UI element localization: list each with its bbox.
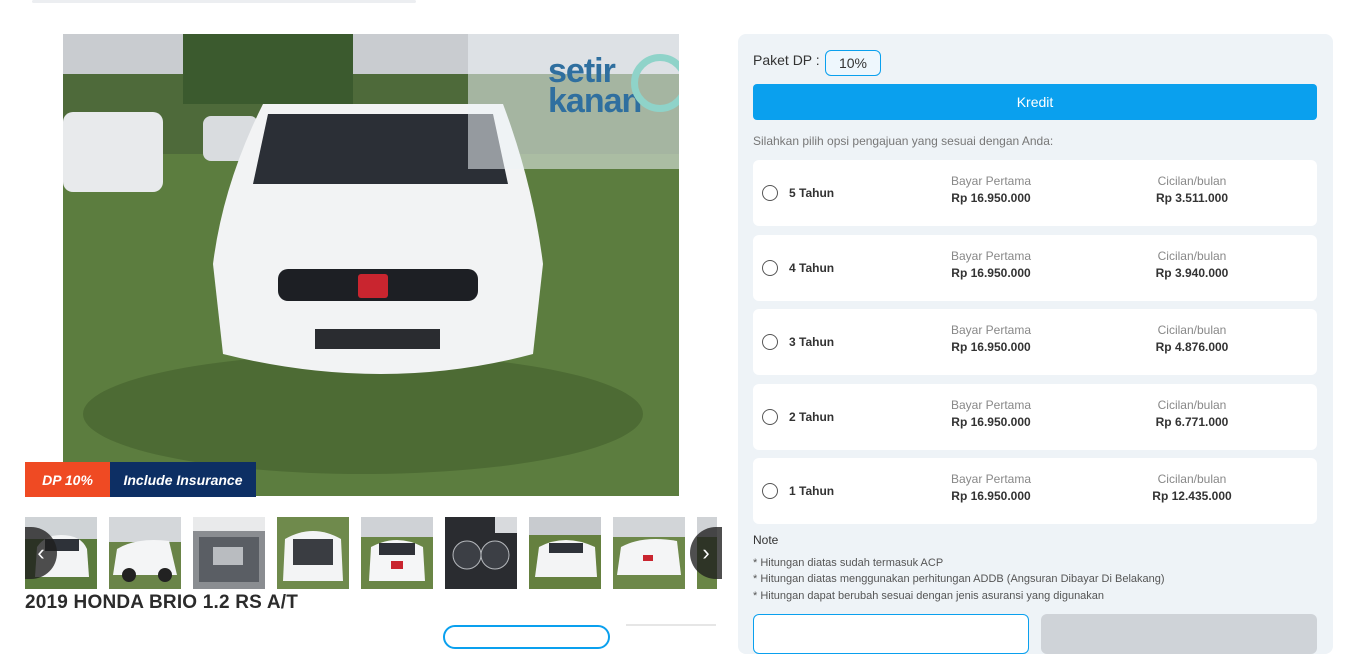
bayar-pertama-label: Bayar Pertama [950, 398, 1032, 412]
chevron-right-icon: › [702, 540, 710, 565]
tenor-label: 4 Tahun [789, 261, 835, 275]
cicilan-label: Cicilan/bulan [1157, 398, 1227, 412]
secondary-action-button[interactable] [753, 614, 1029, 654]
chevron-left-icon: ‹ [37, 540, 45, 565]
cicilan-value: Rp 6.771.000 [1155, 415, 1229, 429]
cicilan-label: Cicilan/bulan [1157, 174, 1227, 188]
car-title: 2019 HONDA BRIO 1.2 RS A/T [25, 592, 299, 613]
bayar-pertama-value: Rp 16.950.000 [951, 489, 1031, 503]
cicilan-value: Rp 12.435.000 [1152, 489, 1232, 503]
cicilan-label: Cicilan/bulan [1157, 323, 1227, 337]
tenor-option-1[interactable]: 1 Tahun Bayar Pertama Rp 16.950.000 Cicil… [753, 458, 1317, 524]
paket-dp-chip[interactable]: 10% [825, 50, 881, 76]
divider-line [626, 624, 716, 626]
main-car-photo[interactable]: setir kanan [63, 34, 679, 496]
note-item: * Hitungan diatas menggunakan perhitunga… [753, 573, 1165, 585]
tenor-label: 2 Tahun [789, 410, 835, 424]
cicilan-value: Rp 4.876.000 [1155, 340, 1229, 354]
primary-action-button[interactable] [1041, 614, 1317, 654]
radio-button[interactable] [762, 185, 778, 201]
cicilan-value: Rp 3.940.000 [1155, 266, 1229, 280]
thumbnail-strip [25, 517, 717, 589]
bayar-pertama-value: Rp 16.950.000 [951, 191, 1031, 205]
tenor-option-5[interactable]: 5 Tahun Bayar Pertama Rp 16.950.000 Cicil… [753, 160, 1317, 226]
note-item: * Hitungan diatas sudah termasuk ACP [753, 557, 944, 569]
insurance-badge: Include Insurance [110, 462, 256, 497]
tenor-label: 3 Tahun [789, 335, 835, 349]
thumbnail[interactable] [529, 517, 601, 589]
bayar-pertama-value: Rp 16.950.000 [951, 266, 1031, 280]
tenor-option-3[interactable]: 3 Tahun Bayar Pertama Rp 16.950.000 Cicil… [753, 309, 1317, 375]
radio-button[interactable] [762, 409, 778, 425]
radio-button[interactable] [762, 334, 778, 350]
thumbnail[interactable] [109, 517, 181, 589]
watermark-line2: kanan [548, 82, 642, 120]
thumbnail[interactable] [613, 517, 685, 589]
tenor-label: 5 Tahun [789, 186, 835, 200]
thumbnail[interactable] [193, 517, 265, 589]
cicilan-label: Cicilan/bulan [1157, 249, 1227, 263]
option-hint: Silahkan pilih opsi pengajuan yang sesua… [753, 134, 1054, 148]
tenor-option-2[interactable]: 2 Tahun Bayar Pertama Rp 16.950.000 Cicil… [753, 384, 1317, 450]
cicilan-label: Cicilan/bulan [1157, 472, 1227, 486]
note-title: Note [753, 533, 779, 547]
note-item: * Hitungan dapat berubah sesuai dengan j… [753, 590, 1105, 602]
outline-pill-button[interactable] [443, 625, 610, 649]
paket-dp-label: Paket DP : [753, 52, 820, 68]
bayar-pertama-label: Bayar Pertama [950, 174, 1032, 188]
tab-kredit[interactable]: Kredit [753, 84, 1317, 120]
bayar-pertama-value: Rp 16.950.000 [951, 415, 1031, 429]
bayar-pertama-label: Bayar Pertama [950, 323, 1032, 337]
radio-button[interactable] [762, 483, 778, 499]
cicilan-value: Rp 3.511.000 [1155, 191, 1229, 205]
thumbnail[interactable] [445, 517, 517, 589]
top-divider [32, 0, 416, 3]
bayar-pertama-value: Rp 16.950.000 [951, 340, 1031, 354]
watermark-logo: setir kanan [468, 34, 679, 169]
radio-button[interactable] [762, 260, 778, 276]
bayar-pertama-label: Bayar Pertama [950, 249, 1032, 263]
thumbnail[interactable] [361, 517, 433, 589]
bayar-pertama-label: Bayar Pertama [950, 472, 1032, 486]
tenor-option-4[interactable]: 4 Tahun Bayar Pertama Rp 16.950.000 Cicil… [753, 235, 1317, 301]
dp-badge: DP 10% [25, 462, 110, 497]
thumbnail[interactable] [277, 517, 349, 589]
tenor-label: 1 Tahun [789, 484, 835, 498]
